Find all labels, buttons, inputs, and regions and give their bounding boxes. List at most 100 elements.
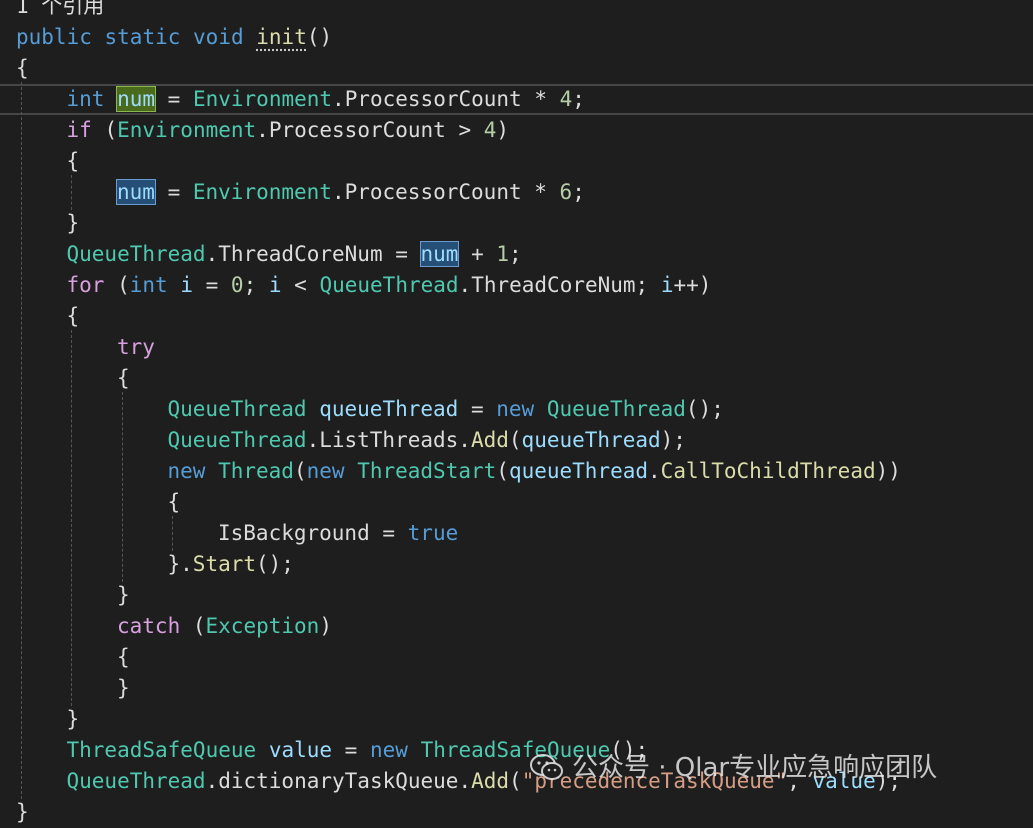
code-line[interactable]: num = Environment.ProcessorCount * 6; (0, 177, 1033, 208)
code-token-kw: true (407, 521, 459, 545)
code-line[interactable]: 1 个引用 (0, 0, 1033, 22)
code-token-plain: ); (660, 428, 686, 452)
code-token-num: 4 (559, 87, 573, 111)
code-line[interactable]: } (0, 797, 1033, 828)
code-token-method: Add (471, 769, 510, 793)
code-token-plain: ( (508, 428, 522, 452)
code-token-kwc: if (66, 118, 92, 142)
code-token-plain: .ProcessorCount * (332, 87, 560, 111)
code-token-ident: num (116, 179, 156, 205)
code-token-type: ThreadSafeQueue (66, 738, 257, 762)
code-token-plain: = (458, 397, 497, 421)
code-token-ident: num (419, 241, 460, 267)
code-line[interactable]: { (0, 146, 1033, 177)
code-token-plain: ( (496, 459, 509, 483)
code-line[interactable]: { (0, 363, 1033, 394)
code-token-plain: } (117, 583, 130, 607)
code-token-plain: }. (167, 552, 193, 576)
code-token-type: QueueThread (66, 769, 206, 793)
code-token-type: ThreadStart (357, 459, 497, 483)
code-token-plain: { (66, 149, 80, 173)
code-token-plain: } (117, 676, 130, 700)
code-line[interactable]: try (0, 332, 1033, 363)
code-token-plain: ; (572, 87, 585, 111)
code-token-plain: ( (104, 273, 130, 297)
code-token-kwc: catch (117, 614, 181, 638)
code-token-plain: } (16, 800, 29, 824)
code-token-plain: { (117, 645, 130, 669)
code-line[interactable]: if (Environment.ProcessorCount > 4) (0, 115, 1033, 146)
code-token-type: Exception (205, 614, 320, 638)
code-token-method: Add (470, 428, 509, 452)
code-token-plain: ( (509, 769, 522, 793)
code-line[interactable]: QueueThread.ListThreads.Add(queueThread)… (0, 425, 1033, 456)
code-line[interactable]: public static void init() (0, 22, 1033, 53)
code-token-plain: .ThreadCoreNum = (205, 242, 421, 266)
code-token-type: QueueThread (167, 428, 307, 452)
code-token-plain: } (66, 211, 80, 235)
code-line[interactable]: catch (Exception) (0, 611, 1033, 642)
indent-guide (21, 82, 22, 799)
code-token-plain: (); (685, 397, 724, 421)
code-line[interactable]: IsBackground = true (0, 518, 1033, 549)
code-token-num: 1 (496, 242, 510, 266)
code-token-plain: < (281, 273, 320, 297)
code-line-current[interactable]: int num = Environment.ProcessorCount * 4… (0, 84, 1033, 115)
code-token-num: 6 (559, 180, 573, 204)
code-token-plain: = (154, 180, 193, 204)
code-token-ident: num (116, 86, 157, 112)
code-token-type: Environment (117, 118, 257, 142)
indent-guide (172, 516, 173, 551)
indent-guide (71, 330, 72, 706)
code-token-kw: new (496, 397, 535, 421)
indent-guide (122, 392, 123, 582)
code-token-kw: new (306, 459, 345, 483)
wechat-icon (530, 754, 563, 780)
indent-guide (71, 175, 72, 210)
code-line[interactable]: } (0, 208, 1033, 239)
code-token-kw: public (16, 25, 92, 49)
code-line[interactable]: { (0, 301, 1033, 332)
code-line[interactable]: }.Start(); (0, 549, 1033, 580)
code-token-plain: ; (572, 180, 585, 204)
code-token-plain: = (332, 738, 370, 762)
code-token-ident: i (180, 273, 193, 297)
code-token-kw: void (193, 25, 244, 49)
code-token-kw: new (167, 459, 206, 483)
code-token-plain: .ListThreads. (306, 428, 471, 452)
code-token-method: CallToChildThread (660, 459, 876, 483)
code-line[interactable]: { (0, 642, 1033, 673)
code-token-ident: queueThread (508, 459, 649, 483)
code-token-type: Environment (192, 180, 332, 204)
code-token-plain: } (66, 707, 80, 731)
code-token-num: 0 (230, 273, 244, 297)
code-line[interactable]: } (0, 704, 1033, 735)
code-line[interactable]: for (int i = 0; i < QueueThread.ThreadCo… (0, 270, 1033, 301)
code-line[interactable]: } (0, 580, 1033, 611)
code-line[interactable]: } (0, 673, 1033, 704)
code-editor[interactable]: 1 个引用 public static void init(){int num =… (0, 0, 1033, 824)
code-token-type: Thread (218, 459, 294, 483)
code-token-kwc: try (117, 335, 155, 359)
code-token-plain: ; (243, 273, 269, 297)
code-token-type: QueueThread (319, 273, 459, 297)
code-line[interactable]: QueueThread.ThreadCoreNum = num + 1; (0, 239, 1033, 270)
code-token-plain: )) (875, 459, 901, 483)
code-line[interactable]: QueueThread queueThread = new QueueThrea… (0, 394, 1033, 425)
code-token-ident: queueThread (521, 428, 661, 452)
code-token-ident: queueThread (319, 397, 459, 421)
code-token-type: QueueThread (546, 397, 686, 421)
code-line[interactable]: { (0, 487, 1033, 518)
code-token-plain: 1 个引用 (16, 0, 105, 18)
code-line[interactable]: { (0, 53, 1033, 84)
code-line[interactable]: new Thread(new ThreadStart(queueThread.C… (0, 456, 1033, 487)
